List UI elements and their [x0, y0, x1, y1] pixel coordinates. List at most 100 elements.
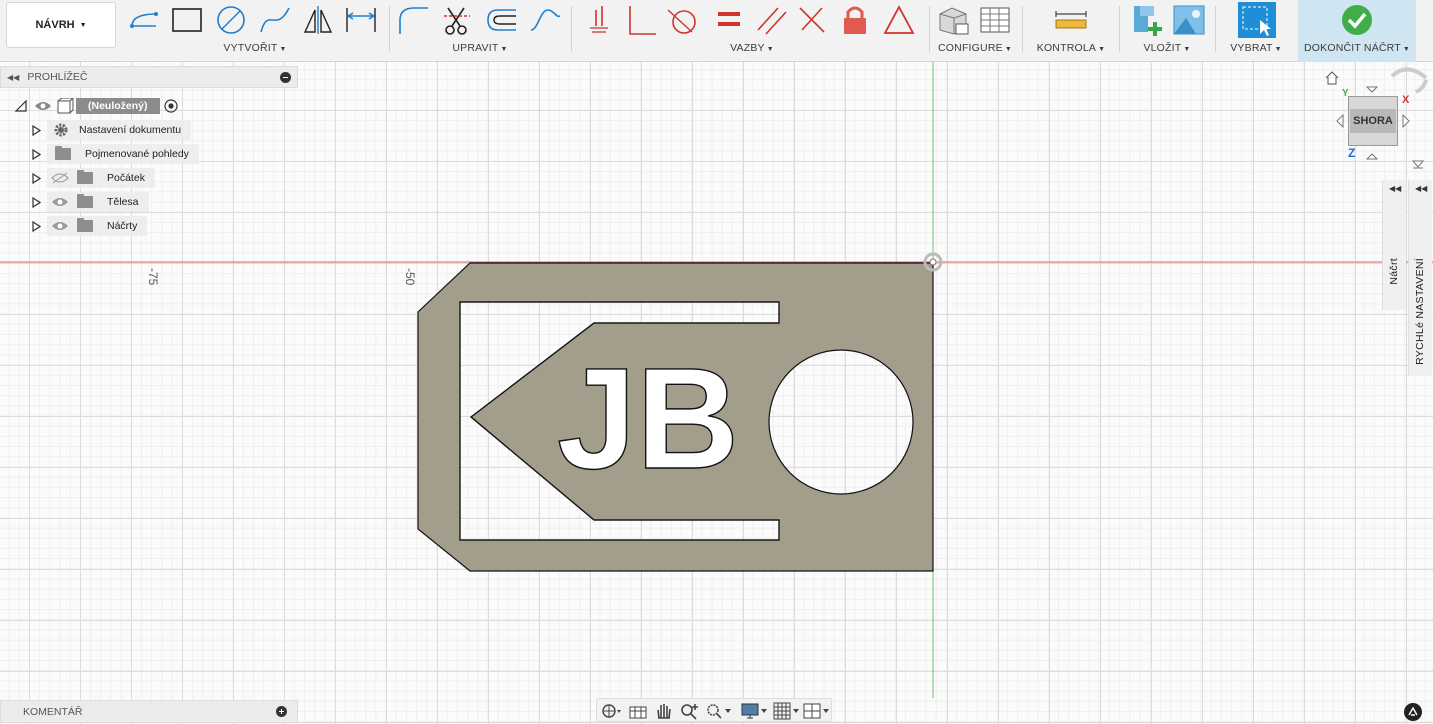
- eye-icon[interactable]: [34, 100, 52, 112]
- collapse-triangle-icon[interactable]: [14, 99, 28, 113]
- expand-arrow-icon[interactable]: [32, 124, 41, 136]
- caret-down-icon: ▼: [1004, 46, 1012, 53]
- view-cube-face-label: SHORA: [1350, 109, 1396, 133]
- tree-item-bodies[interactable]: Tělesa: [32, 192, 149, 212]
- zoom-window-icon[interactable]: [705, 702, 733, 720]
- horizontal-vertical-icon[interactable]: [624, 4, 658, 36]
- arrow-up-icon[interactable]: [1366, 86, 1378, 94]
- modify-menu[interactable]: UPRAVIT ▼: [394, 42, 566, 54]
- table-icon[interactable]: [978, 4, 1012, 36]
- view-cube-face-top[interactable]: SHORA: [1348, 96, 1398, 146]
- eye-icon[interactable]: [51, 220, 69, 232]
- add-comment-icon[interactable]: [276, 706, 287, 717]
- display-settings-icon[interactable]: [741, 702, 769, 720]
- offset-icon[interactable]: [484, 4, 518, 36]
- arrow-down-icon[interactable]: [1366, 152, 1378, 160]
- gear-icon: [54, 123, 68, 137]
- create-label: VYTVOŘIT: [223, 42, 278, 54]
- finish-sketch-group[interactable]: DOKONČIT NÁČRT ▼: [1298, 0, 1416, 62]
- viewports-icon[interactable]: [803, 702, 831, 720]
- caret-down-icon: ▼: [1274, 46, 1282, 53]
- folder-icon: [77, 170, 93, 184]
- symmetry-icon[interactable]: [882, 4, 916, 36]
- circle-icon[interactable]: [214, 4, 248, 36]
- folder-icon: [55, 146, 71, 160]
- root-component-label: (Neuložený): [76, 98, 160, 114]
- tree-item-chip: Nastavení dokumentu: [47, 120, 192, 140]
- expand-double-arrow-icon[interactable]: ◀◀: [1415, 184, 1427, 193]
- select-icon[interactable]: [1238, 2, 1276, 38]
- insert-derive-icon[interactable]: [1130, 4, 1164, 36]
- fix-icon[interactable]: [838, 4, 872, 36]
- tree-item-sketches[interactable]: Náčrty: [32, 216, 148, 236]
- select-menu[interactable]: VYBRAT ▼: [1218, 42, 1294, 54]
- configure-icon[interactable]: [936, 4, 970, 36]
- eye-hidden-icon[interactable]: [51, 172, 69, 184]
- expand-arrow-icon[interactable]: [32, 196, 41, 208]
- folder-icon: [77, 194, 93, 208]
- tree-item-origin[interactable]: Počátek: [32, 168, 155, 188]
- look-at-icon[interactable]: [627, 702, 649, 720]
- constraints-menu[interactable]: VAZBY ▼: [576, 42, 928, 54]
- finish-sketch-menu[interactable]: DOKONČIT NÁČRT ▼: [1298, 42, 1416, 54]
- sketch-text[interactable]: JB: [556, 337, 739, 499]
- equal-icon[interactable]: [712, 4, 746, 36]
- fillet-icon[interactable]: [396, 4, 430, 36]
- tree-item-document-settings[interactable]: Nastavení dokumentu: [32, 120, 192, 140]
- grid-settings-icon[interactable]: [773, 702, 801, 720]
- expand-arrow-icon[interactable]: [32, 148, 41, 160]
- trim-icon[interactable]: [440, 4, 474, 36]
- caret-down-icon: ▼: [79, 21, 87, 29]
- tree-item-chip: Náčrty: [47, 216, 148, 236]
- expand-double-arrow-icon[interactable]: ◀◀: [1389, 184, 1401, 193]
- line-icon[interactable]: [128, 4, 162, 36]
- perpendicular-icon[interactable]: [794, 4, 828, 36]
- sketch-canvas[interactable]: JB: [0, 62, 1433, 698]
- view-cube[interactable]: Y X Z SHORA: [1322, 66, 1433, 176]
- configure-menu[interactable]: CONFIGURE ▼: [932, 42, 1018, 54]
- browser-header: ◀◀ PROHLÍŽEČ: [0, 66, 298, 88]
- workspace-dropdown[interactable]: NÁVRH ▼: [6, 2, 116, 48]
- view-cube-menu-icon[interactable]: [1412, 158, 1424, 170]
- eye-icon[interactable]: [51, 196, 69, 208]
- insert-group: VLOŽIT ▼: [1122, 0, 1212, 62]
- measure-icon[interactable]: [1054, 4, 1088, 36]
- caret-down-icon: ▼: [1402, 46, 1411, 53]
- tree-item-chip: Pojmenované pohledy: [47, 144, 199, 164]
- arrow-right-icon[interactable]: [1402, 114, 1410, 128]
- expand-arrow-icon[interactable]: [32, 220, 41, 232]
- parallel-icon[interactable]: [754, 4, 788, 36]
- collapse-panel-icon[interactable]: [280, 71, 291, 83]
- separator: [389, 6, 390, 52]
- home-icon[interactable]: [1324, 70, 1340, 86]
- active-radio-icon[interactable]: [163, 99, 178, 113]
- constraints-group: VAZBY ▼: [576, 0, 928, 62]
- rectangle-icon[interactable]: [170, 4, 204, 36]
- tree-root[interactable]: (Neuložený): [14, 96, 178, 116]
- spline-icon[interactable]: [258, 4, 292, 36]
- extend-icon[interactable]: [528, 4, 562, 36]
- pan-hand-icon[interactable]: [653, 702, 675, 720]
- tangent-icon[interactable]: [666, 4, 700, 36]
- tree-item-named-views[interactable]: Pojmenované pohledy: [32, 144, 199, 164]
- inspect-menu[interactable]: KONTROLA ▼: [1026, 42, 1116, 54]
- zoom-icon[interactable]: [679, 702, 701, 720]
- sketch-palette-tab[interactable]: ◀◀ Náčrt: [1382, 180, 1406, 310]
- dimension-icon[interactable]: [344, 4, 378, 36]
- quick-settings-tab[interactable]: ◀◀ RYCHLé NASTAVENÍ: [1408, 180, 1432, 376]
- arrow-left-icon[interactable]: [1336, 114, 1344, 128]
- select-group: VYBRAT ▼: [1218, 0, 1294, 62]
- caret-down-icon: ▼: [1183, 46, 1191, 53]
- expand-arrow-icon[interactable]: [32, 172, 41, 184]
- insert-menu[interactable]: VLOŽIT ▼: [1122, 42, 1212, 54]
- create-menu[interactable]: VYTVOŘIT ▼: [124, 42, 386, 54]
- coincident-icon[interactable]: [582, 4, 616, 36]
- comments-panel[interactable]: KOMENTÁŘ: [0, 700, 298, 723]
- collapse-double-arrow-icon[interactable]: ◀◀: [7, 73, 19, 82]
- configure-label: CONFIGURE: [938, 42, 1003, 54]
- mirror-icon[interactable]: [301, 4, 335, 36]
- orbit-icon[interactable]: [599, 702, 621, 720]
- insert-image-icon[interactable]: [1172, 4, 1206, 36]
- notification-icon[interactable]: [1404, 703, 1422, 721]
- axis-x-label: X: [1402, 94, 1410, 106]
